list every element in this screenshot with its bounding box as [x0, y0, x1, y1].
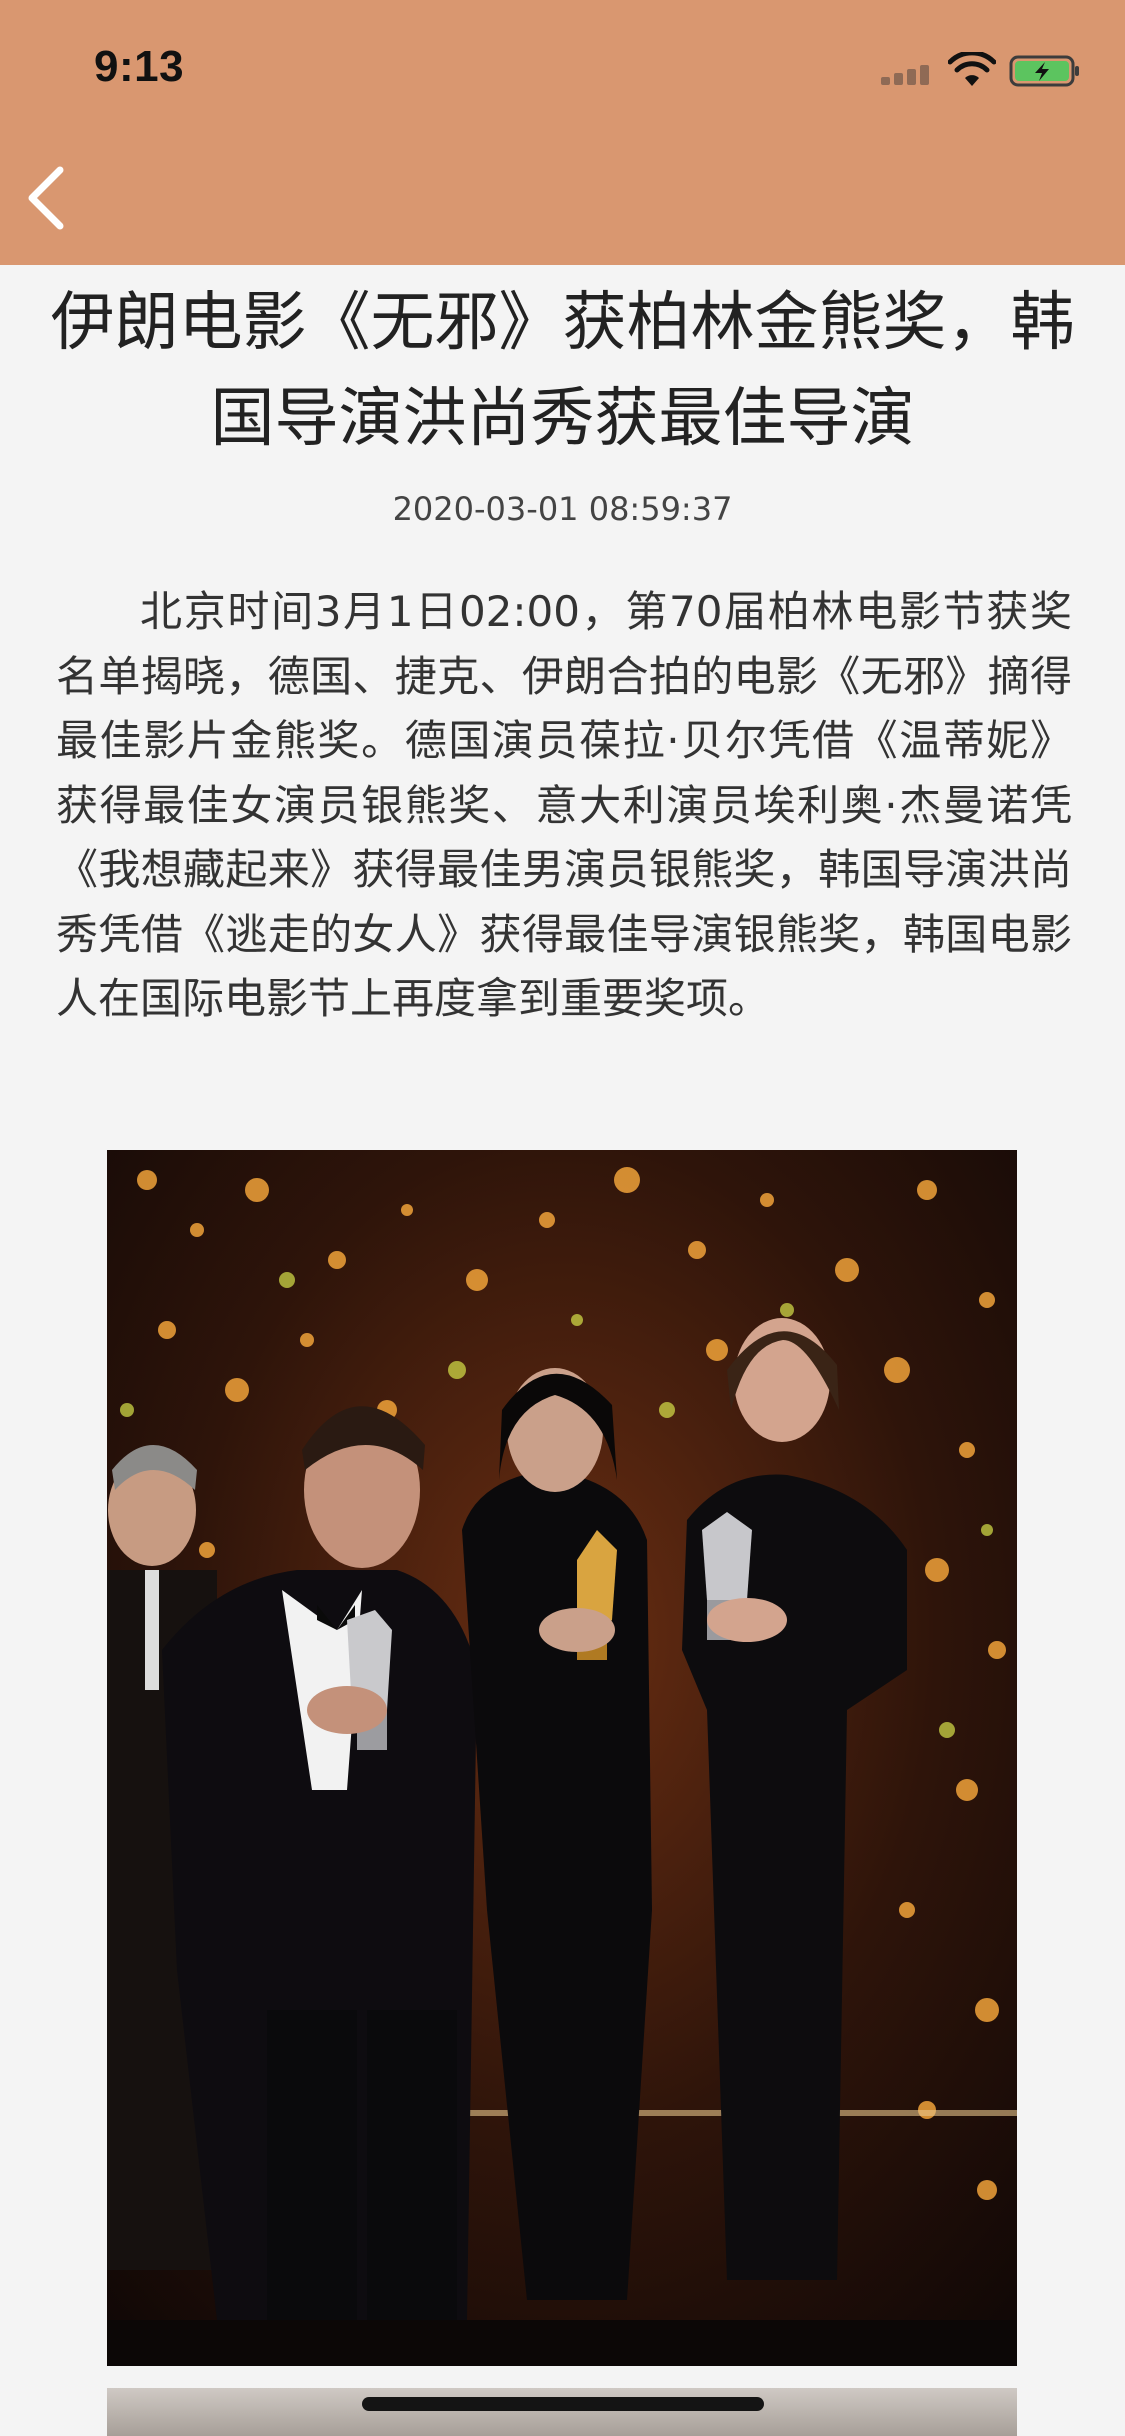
- status-time: 9:13: [94, 42, 185, 91]
- next-photo-preview[interactable]: [107, 2388, 1017, 2436]
- article-title: 伊朗电影《无邪》获柏林金熊奖，韩国导演洪尚秀获最佳导演: [50, 286, 1075, 456]
- battery-charging-icon: [1009, 55, 1079, 87]
- app-header: 9:13: [0, 0, 1125, 265]
- article-photo[interactable]: [107, 1150, 1017, 2366]
- article-body: 北京时间3月1日02:00，第70届柏林电影节获奖名单揭晓，德国、捷克、伊朗合拍…: [56, 587, 1072, 1023]
- wifi-icon: [948, 52, 996, 86]
- back-button[interactable]: [18, 160, 78, 236]
- article-date: 2020-03-01 08:59:37: [392, 490, 733, 528]
- cellular-signal-icon: [881, 63, 933, 85]
- home-indicator[interactable]: [362, 2397, 764, 2411]
